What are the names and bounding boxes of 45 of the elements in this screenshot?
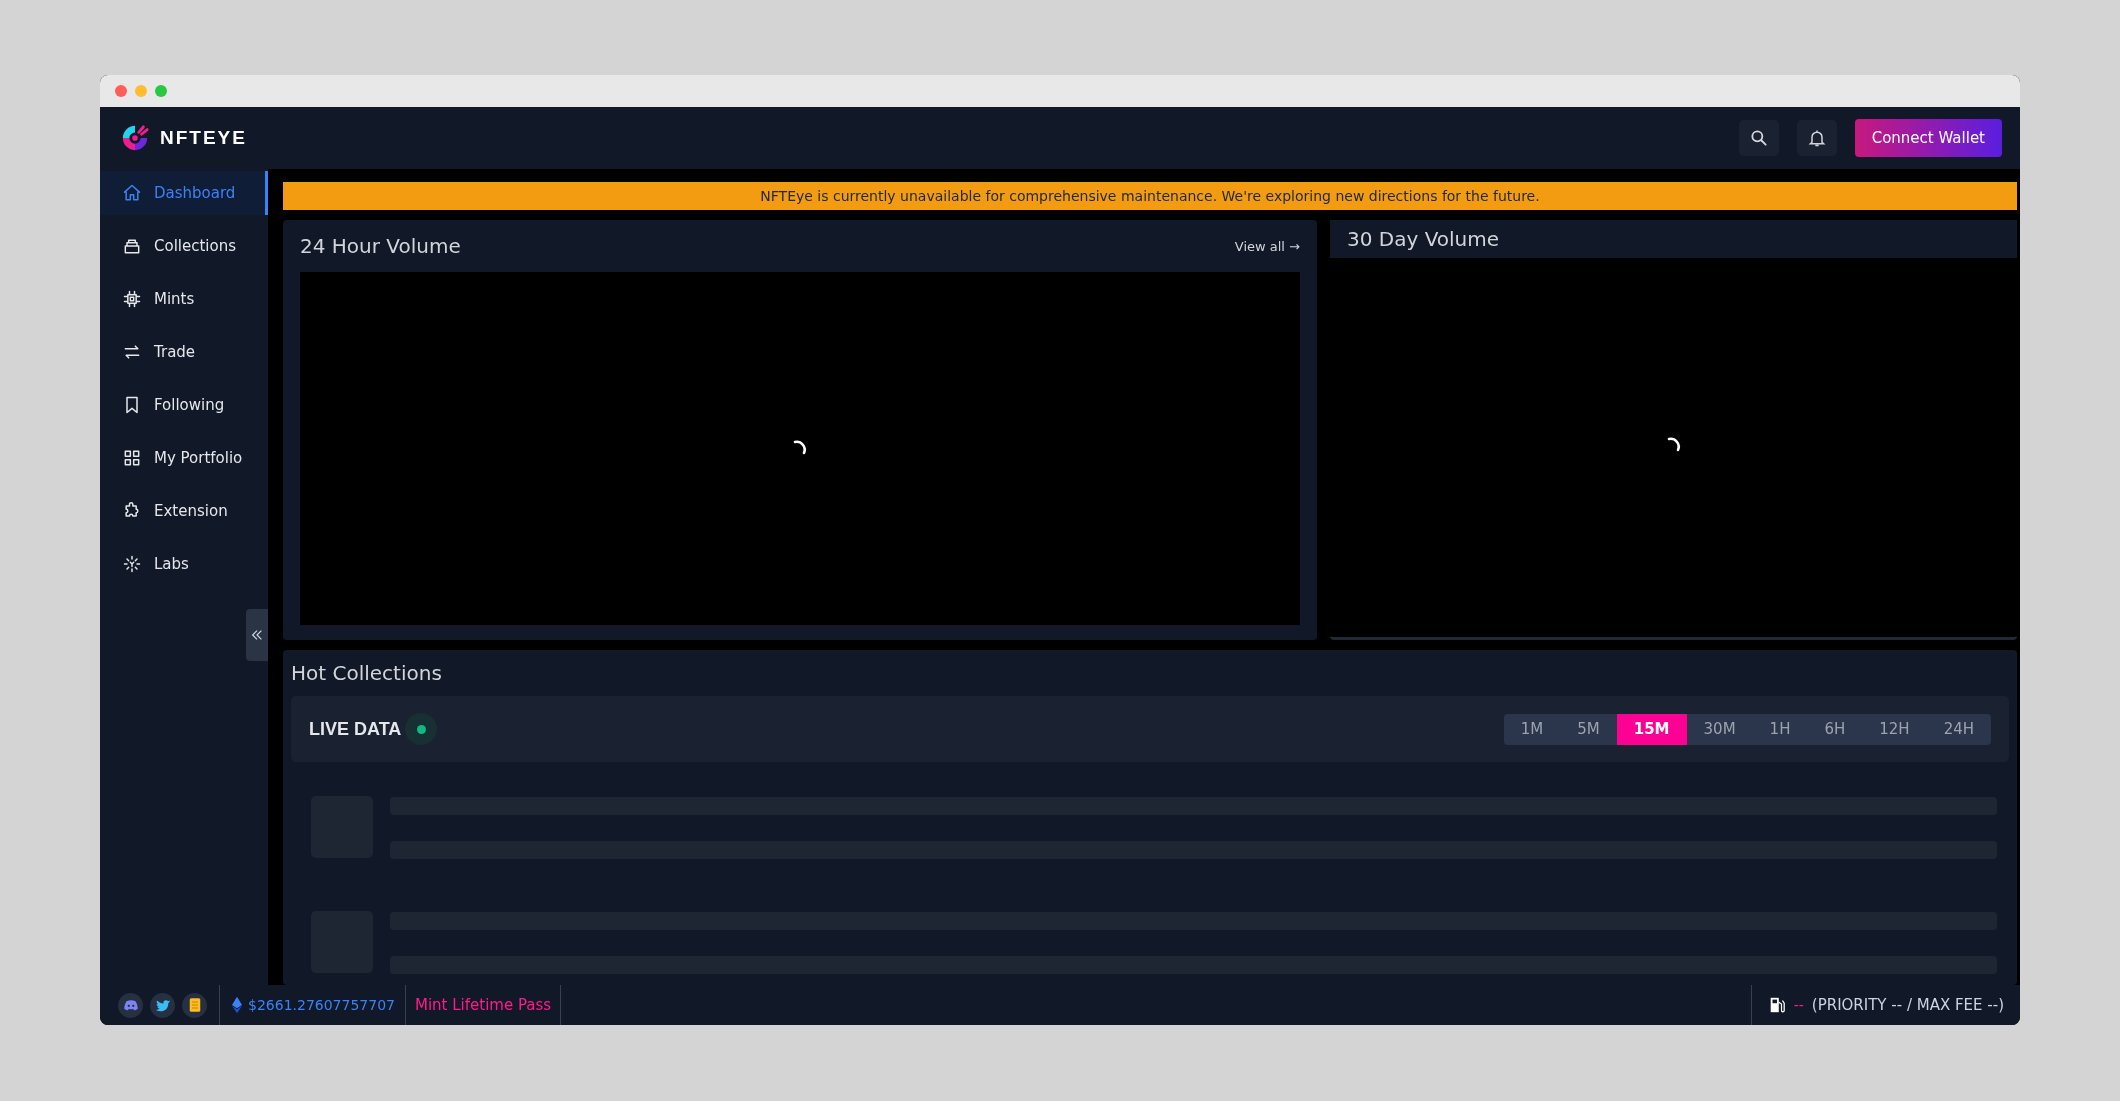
timeframe-tab[interactable]: 6H (1807, 713, 1863, 745)
stack-icon (122, 236, 142, 256)
notifications-button[interactable] (1796, 120, 1837, 156)
sidebar-item[interactable]: Following (100, 383, 268, 427)
bell-icon (1806, 128, 1827, 148)
timeframe-tab[interactable]: 24H (1926, 713, 1991, 745)
collapse-sidebar-button[interactable] (246, 609, 268, 661)
ethereum-icon (232, 996, 242, 1014)
section-title: Hot Collections (291, 660, 443, 687)
logo-icon (120, 123, 150, 153)
docs-button[interactable] (182, 992, 207, 1018)
search-button[interactable] (1738, 120, 1779, 156)
maintenance-banner: NFTEye is currently unavailable for comprehensive maintenance. We're exploring new directions for the future. (283, 182, 2017, 210)
sidebar-item[interactable]: Collections (100, 224, 268, 268)
card-title: 30 Day Volume (1347, 227, 1500, 251)
timeframe-tab[interactable]: 1H (1752, 713, 1808, 745)
brand-name: NFTEYE (160, 127, 247, 149)
chip-icon (122, 289, 142, 309)
search-icon (1748, 128, 1769, 148)
sidebar-item[interactable]: Extension (100, 489, 268, 533)
timeframe-tab[interactable]: 12H (1862, 713, 1927, 745)
sidebar-item[interactable]: Trade (100, 330, 268, 374)
timeframe-tab[interactable]: 30M (1686, 713, 1753, 745)
view-all-link[interactable]: View all → (1234, 238, 1300, 254)
home-icon (122, 183, 142, 203)
gas-value: -- (1793, 997, 1804, 1013)
timeframe-tab[interactable]: 15M (1616, 713, 1687, 745)
double-chevron-left-icon (250, 628, 264, 642)
live-data-label: LIVE DATA (309, 718, 402, 740)
mint-pass-link[interactable]: Mint Lifetime Pass (405, 996, 561, 1014)
timeframe-tab[interactable]: 5M (1560, 713, 1617, 745)
sidebar-item[interactable]: Dashboard (100, 171, 268, 215)
grid-icon (122, 448, 142, 468)
sidebar-item[interactable]: My Portfolio (100, 436, 268, 480)
live-status-dot (416, 724, 426, 734)
card-title: 24 Hour Volume (300, 234, 461, 258)
timeframe-tab[interactable]: 1M (1503, 713, 1561, 745)
sidebar-item[interactable]: Mints (100, 277, 268, 321)
discord-button[interactable] (118, 992, 143, 1018)
sidebar-item[interactable]: Labs (100, 542, 268, 586)
connect-wallet-button[interactable]: Connect Wallet (1854, 119, 2002, 157)
eth-price: $2661.27607757707 (248, 997, 395, 1013)
twitter-button[interactable] (150, 992, 175, 1018)
swap-icon (122, 342, 142, 362)
gas-fee-detail: (PRIORITY -- / MAX FEE --) (1811, 996, 2004, 1014)
